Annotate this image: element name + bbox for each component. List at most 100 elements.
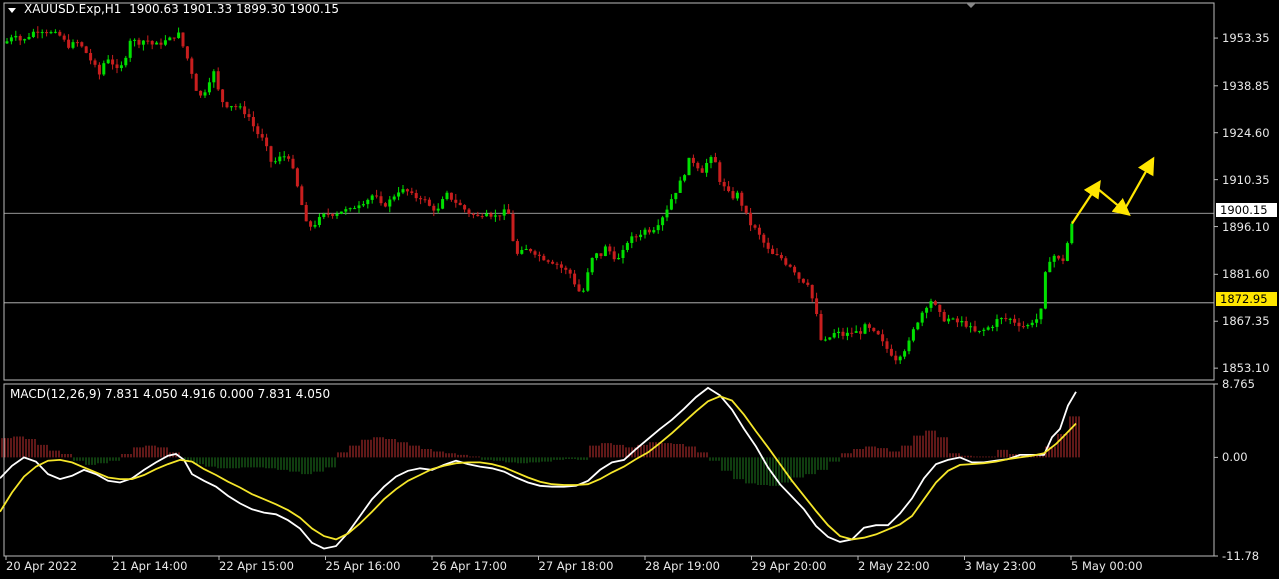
candle-body <box>432 205 436 211</box>
candle-body <box>190 58 194 74</box>
candle-body <box>942 311 946 322</box>
candle-body <box>674 192 678 200</box>
candle-body <box>489 213 493 217</box>
x-tick-label: 27 Apr 18:00 <box>538 559 614 573</box>
candle-body <box>1017 322 1021 327</box>
candle <box>515 238 519 256</box>
candle-body <box>278 156 282 162</box>
macd-values: 7.831 4.050 4.916 0.000 7.831 4.050 <box>104 387 331 401</box>
candle-body <box>493 215 497 217</box>
candle-body <box>225 102 229 108</box>
candle-body <box>58 31 62 36</box>
y-tick-label: 1867.35 <box>1222 314 1270 329</box>
candle-body <box>445 192 449 200</box>
candle-body <box>608 246 612 252</box>
candle-body <box>920 312 924 323</box>
candle-body <box>859 331 863 334</box>
candle-body <box>841 331 845 336</box>
candle-body <box>722 181 726 187</box>
candle-body <box>854 331 858 333</box>
candle-body <box>1052 255 1056 262</box>
candle-body <box>727 186 731 192</box>
candle-body <box>771 248 775 255</box>
candle-body <box>634 236 638 238</box>
candle-body <box>713 157 717 163</box>
candle-body <box>14 35 18 38</box>
candle-body <box>251 117 255 127</box>
candle-body <box>458 202 462 206</box>
candle-body <box>617 257 621 260</box>
chevron-down-icon[interactable] <box>8 8 16 13</box>
candle-body <box>379 196 383 204</box>
candle-body <box>907 340 911 352</box>
macd-y-tick-label: 8.765 <box>1222 377 1255 391</box>
candle-body <box>238 106 242 108</box>
candle-body <box>740 192 744 206</box>
candle <box>1043 271 1047 310</box>
candle-body <box>661 217 665 226</box>
candle-body <box>150 40 154 45</box>
candle-body <box>951 318 955 320</box>
candle-body <box>678 180 682 193</box>
candle-body <box>551 261 555 264</box>
candle-body <box>75 42 79 44</box>
candle-body <box>762 234 766 243</box>
trading-chart[interactable] <box>0 0 1279 579</box>
candle-body <box>243 106 247 115</box>
candle-body <box>947 318 951 322</box>
y-tick-label: 1924.60 <box>1222 125 1270 140</box>
candle-body <box>1013 318 1017 323</box>
candle-body <box>441 199 445 209</box>
candle-body <box>603 246 607 257</box>
level-price-tag: 1872.95 <box>1216 292 1277 306</box>
candle <box>295 167 299 188</box>
candle-body <box>467 209 471 214</box>
candle-body <box>832 333 836 338</box>
candle-body <box>559 264 563 268</box>
candle-body <box>155 42 159 45</box>
candle-body <box>955 318 959 323</box>
candle-body <box>133 39 137 41</box>
x-tick-label: 26 Apr 17:00 <box>432 559 507 573</box>
candle-body <box>573 273 577 285</box>
candle-body <box>735 192 739 199</box>
candle-body <box>291 158 295 169</box>
candle-body <box>27 36 31 40</box>
candle-body <box>207 82 211 93</box>
candle-body <box>837 331 841 334</box>
candle-body <box>599 253 603 257</box>
candle-body <box>414 193 418 199</box>
candle-body <box>287 156 291 159</box>
candle-body <box>982 329 986 331</box>
candle-body <box>357 205 361 209</box>
x-tick-label: 22 Apr 15:00 <box>219 559 294 573</box>
candle-body <box>977 330 981 332</box>
candle-body <box>823 339 827 341</box>
candle-body <box>885 341 889 349</box>
candle-body <box>454 199 458 203</box>
candle-body <box>49 32 53 34</box>
candle-body <box>476 214 480 217</box>
candle <box>511 210 515 242</box>
x-tick-label: 21 Apr 14:00 <box>112 559 188 573</box>
candle-body <box>511 214 515 242</box>
candle-body <box>106 59 110 64</box>
candle-body <box>933 301 937 305</box>
candle-body <box>1057 255 1061 259</box>
candle-body <box>392 196 396 200</box>
candle-body <box>700 168 704 173</box>
candle-body <box>1039 308 1043 320</box>
candle-body <box>436 208 440 211</box>
y-tick-label: 1896.10 <box>1222 219 1270 234</box>
candle-body <box>282 156 286 158</box>
x-tick-label: 3 May 23:00 <box>964 559 1037 573</box>
candle-body <box>295 168 299 187</box>
candle-body <box>9 37 13 42</box>
candle-body <box>656 225 660 231</box>
candle-body <box>273 161 277 163</box>
candle-body <box>168 37 172 41</box>
candle-body <box>62 35 66 40</box>
ohlc-values: 1900.63 1901.33 1899.30 1900.15 <box>129 2 340 16</box>
candle-body <box>18 35 22 41</box>
candle <box>84 45 88 54</box>
